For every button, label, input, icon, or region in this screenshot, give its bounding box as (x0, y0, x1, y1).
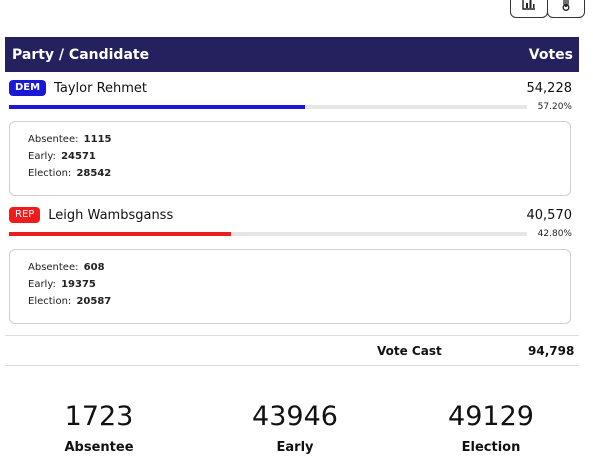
candidate-percent: 42.80% (537, 229, 572, 239)
summary-label: Election (461, 440, 521, 455)
party-badge: DEM (9, 80, 47, 96)
summary-value: 43946 (252, 401, 338, 432)
absentee-label: Absentee: (28, 262, 79, 273)
bar-chart-icon (522, 0, 535, 10)
party-badge: REP (9, 207, 41, 223)
summary-value: 49129 (448, 401, 534, 432)
absentee-label: Absentee: (28, 134, 79, 145)
early-value: 24571 (61, 151, 96, 162)
candidate-percent: 57.20% (537, 102, 572, 112)
absentee-value: 608 (83, 262, 105, 273)
election-label: Election: (28, 168, 72, 179)
absentee-value: 1115 (83, 134, 112, 145)
election-value: 20587 (76, 296, 112, 307)
early-label: Early: (28, 279, 56, 290)
summary-early: 43946 Early (215, 400, 375, 455)
summary-label: Absentee (64, 440, 134, 455)
early-value: 19375 (61, 279, 96, 290)
summary-label: Early (276, 440, 314, 455)
election-label: Election: (28, 296, 72, 307)
summary-value: 1723 (64, 401, 134, 432)
party-candidate-column-header: Party / Candidate (12, 46, 150, 63)
vote-share-bar-fill (9, 105, 306, 109)
candidate-votes: 40,570 (526, 207, 573, 223)
results-header: Party / Candidate Votes (5, 37, 579, 72)
candidate-row: REP Leigh Wambsganss 40,570 42.80% (9, 205, 572, 239)
votes-column-header: Votes (528, 46, 573, 63)
candidate-votes: 54,228 (526, 80, 573, 96)
divider (5, 365, 579, 366)
vote-breakdown-card: Absentee: 608 Early: 19375 Election: 205… (9, 249, 571, 324)
summary-election: 49129 Election (411, 400, 571, 455)
candidate-name: Leigh Wambsganss (48, 207, 174, 223)
thermometer-view-button[interactable] (547, 0, 585, 18)
vote-breakdown-card: Absentee: 1115 Early: 24571 Election: 28… (9, 121, 571, 196)
candidate-name: Taylor Rehmet (54, 80, 148, 96)
thermometer-icon (562, 0, 570, 11)
divider (5, 335, 579, 336)
view-toolbar (510, 0, 585, 18)
vote-share-bar-track (9, 105, 527, 109)
chart-view-button[interactable] (510, 0, 548, 18)
early-label: Early: (28, 151, 56, 162)
vote-share-bar-fill (9, 232, 231, 236)
vote-share-bar-track (9, 232, 527, 236)
vote-cast-total: 94,798 (528, 344, 575, 358)
election-value: 28542 (76, 168, 112, 179)
candidate-row: DEM Taylor Rehmet 54,228 57.20% (9, 78, 572, 112)
vote-cast-label: Vote Cast (377, 344, 442, 358)
summary-absentee: 1723 Absentee (19, 400, 179, 455)
